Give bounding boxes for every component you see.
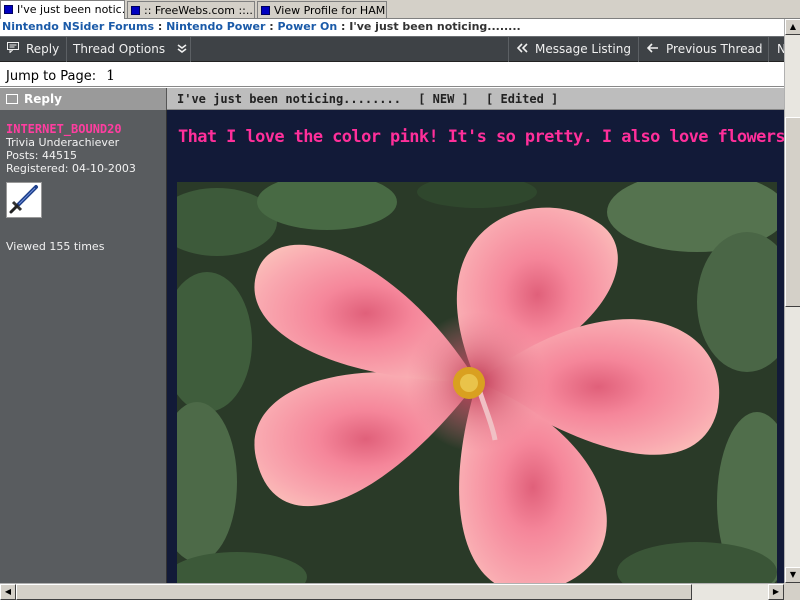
- double-chevron-down-icon: [175, 42, 189, 56]
- scrollbar-corner: [784, 583, 800, 600]
- avatar[interactable]: [6, 182, 42, 218]
- sword-icon: [9, 185, 38, 214]
- post-reply-header[interactable]: Reply: [0, 88, 167, 110]
- message-listing-label: Message Listing: [535, 42, 631, 56]
- post-reply-label: Reply: [24, 92, 62, 106]
- vertical-scroll-thumb[interactable]: [785, 117, 800, 307]
- arrow-left-icon: [646, 42, 660, 56]
- breadcrumb-link-nintendo-power[interactable]: Nintendo Power: [166, 20, 265, 33]
- post-body: That I love the color pink! It's so pret…: [167, 110, 784, 583]
- hibiscus-flower-image: [177, 182, 777, 583]
- previous-thread-label: Previous Thread: [666, 42, 763, 56]
- breadcrumb-link-power-on[interactable]: Power On: [277, 20, 337, 33]
- tab-label: I've just been notic...: [17, 3, 125, 16]
- jump-to-page-bar: Jump to Page: 1: [0, 63, 784, 87]
- browser-tab[interactable]: :: FreeWebs.com ::....: [127, 1, 255, 18]
- post-title: I've just been noticing........: [177, 92, 401, 106]
- post-message: That I love the color pink! It's so pret…: [178, 127, 784, 147]
- breadcrumb: Nintendo NSider Forums : Nintendo Power …: [0, 19, 784, 35]
- page-number-link[interactable]: 1: [106, 68, 115, 84]
- author-registered-date: Registered: 04-10-2003: [6, 162, 136, 175]
- scroll-up-icon[interactable]: ▲: [785, 19, 800, 35]
- page-icon: [261, 6, 270, 15]
- page-icon: [4, 5, 13, 14]
- author-post-count: Posts: 44515: [6, 149, 77, 162]
- browser-tab-active[interactable]: I've just been notic...: [0, 0, 125, 19]
- scroll-left-icon[interactable]: ◀: [0, 584, 16, 600]
- horizontal-scroll-thumb[interactable]: [16, 584, 692, 600]
- thread-options-label: Thread Options: [73, 42, 166, 56]
- new-badge: [ NEW ]: [418, 92, 469, 106]
- jump-to-page-label: Jump to Page:: [6, 69, 97, 84]
- browser-tab-bar: I've just been notic... :: FreeWebs.com …: [0, 0, 800, 19]
- message-listing-button[interactable]: Message Listing: [508, 37, 639, 62]
- thread-toolbar: Reply Thread Options Message Listing Pre…: [0, 36, 786, 62]
- reply-icon: [6, 42, 20, 56]
- breadcrumb-separator: :: [341, 20, 346, 33]
- breadcrumb-separator: :: [157, 20, 163, 33]
- vertical-scrollbar[interactable]: ▲ ▼: [784, 19, 800, 583]
- tab-label: View Profile for HAM...: [274, 4, 387, 17]
- thread-options-button[interactable]: Thread Options: [67, 37, 191, 62]
- next-thread-button[interactable]: N: [769, 37, 786, 62]
- scroll-right-icon[interactable]: ▶: [768, 584, 784, 600]
- reply-button[interactable]: Reply: [0, 37, 67, 62]
- breadcrumb-separator: :: [269, 20, 274, 33]
- double-chevron-left-icon: [515, 42, 529, 56]
- edited-badge: [ Edited ]: [486, 92, 559, 106]
- author-username[interactable]: INTERNET_BOUND20: [6, 122, 122, 136]
- horizontal-scrollbar[interactable]: ◀ ▶: [0, 583, 784, 600]
- page-icon: [131, 6, 140, 15]
- browser-tab[interactable]: View Profile for HAM...: [257, 1, 387, 18]
- breadcrumb-current: I've just been noticing........: [349, 20, 521, 33]
- previous-thread-button[interactable]: Previous Thread: [640, 37, 769, 62]
- view-count: Viewed 155 times: [6, 240, 105, 253]
- breadcrumb-link-forums[interactable]: Nintendo NSider Forums: [2, 20, 154, 33]
- post-title-bar: I've just been noticing........ [ NEW ] …: [167, 88, 784, 110]
- scroll-down-icon[interactable]: ▼: [785, 567, 800, 583]
- tab-label: :: FreeWebs.com ::....: [144, 4, 255, 17]
- author-panel: INTERNET_BOUND20 Trivia Underachiever Po…: [0, 110, 167, 583]
- reply-icon: [6, 94, 18, 104]
- reply-label: Reply: [26, 42, 60, 56]
- author-rank: Trivia Underachiever: [6, 136, 120, 149]
